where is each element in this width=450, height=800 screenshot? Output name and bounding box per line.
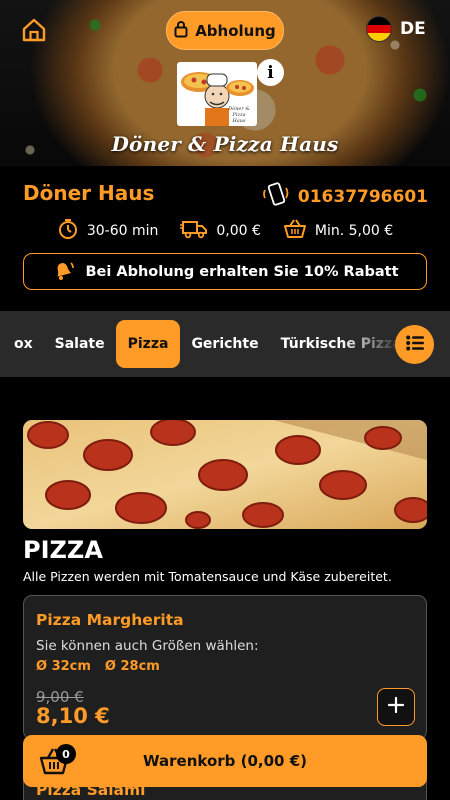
category-list-button[interactable] (395, 325, 434, 364)
product-card[interactable]: Pizza Margherita Sie können auch Größen … (23, 595, 427, 740)
phone-link[interactable]: 01637796601 (262, 181, 428, 212)
discounted-price: 8,10 € (36, 704, 110, 728)
delivery-stats: 30-60 min 0,00 € Min. 5,00 € (0, 218, 450, 244)
flag-de-icon (366, 16, 392, 42)
delivery-fee-stat: 0,00 € (180, 218, 261, 244)
shop-logo: Döner & Pizza Haus (177, 62, 257, 126)
section-title: PIZZA (23, 536, 103, 564)
timer-icon (57, 218, 79, 244)
min-order-stat: Min. 5,00 € (283, 218, 393, 244)
delivery-fee: 0,00 € (216, 223, 261, 239)
delivery-time: 30-60 min (86, 223, 159, 239)
shop-name: Döner Haus (23, 181, 155, 205)
phone-icon (262, 181, 292, 212)
bell-icon (51, 259, 75, 285)
pickup-toggle-button[interactable]: Abholung (166, 11, 284, 50)
product-name: Pizza Margherita (36, 611, 184, 629)
category-tab-gerichte[interactable]: Gerichte (180, 320, 269, 368)
category-fade (340, 311, 400, 377)
pizza-category-image (23, 420, 427, 529)
size-options: Ø 32cm Ø 28cm (36, 659, 160, 674)
section-subtitle: Alle Pizzen werden mit Tomatensauce und … (23, 569, 392, 584)
min-order: Min. 5,00 € (314, 223, 394, 239)
pickup-label: Abholung (195, 21, 276, 40)
cart-count-badge: 0 (56, 744, 76, 764)
category-bar: ox Salate Pizza Gerichte Türkische Pizza (0, 311, 450, 377)
category-tab-pizza[interactable]: Pizza (115, 320, 181, 368)
language-label: DE (400, 19, 426, 39)
cart-label: Warenkorb (0,00 €) (143, 752, 307, 770)
shop-info-panel: Döner Haus 01637796601 30-60 min 0,00 € … (0, 166, 450, 311)
category-tab-partial[interactable]: ox (4, 320, 44, 368)
phone-number: 01637796601 (297, 186, 428, 207)
category-tab-salate[interactable]: Salate (44, 320, 116, 368)
shop-title: Döner & Pizza Haus (111, 132, 339, 156)
info-icon[interactable]: i (257, 59, 284, 86)
size-option: Ø 28cm (104, 659, 160, 674)
sizes-label: Sie können auch Größen wählen: (36, 638, 259, 654)
size-option: Ø 32cm (36, 659, 91, 674)
pickup-discount-banner: Bei Abholung erhalten Sie 10% Rabatt (23, 253, 427, 290)
logo-text: Döner & Pizza Haus (228, 106, 250, 124)
plus-icon (387, 696, 405, 718)
promo-text: Bei Abholung erhalten Sie 10% Rabatt (85, 263, 399, 280)
cart-button[interactable]: Warenkorb (0,00 €) (23, 735, 427, 787)
delivery-time-stat: 30-60 min (57, 218, 159, 244)
add-to-cart-button[interactable] (377, 688, 415, 726)
language-switcher[interactable]: DE (366, 16, 426, 42)
lock-icon (174, 20, 188, 42)
basket-icon (283, 219, 307, 243)
list-icon (405, 335, 424, 355)
delivery-truck-icon (180, 219, 208, 243)
home-icon[interactable] (20, 16, 48, 44)
